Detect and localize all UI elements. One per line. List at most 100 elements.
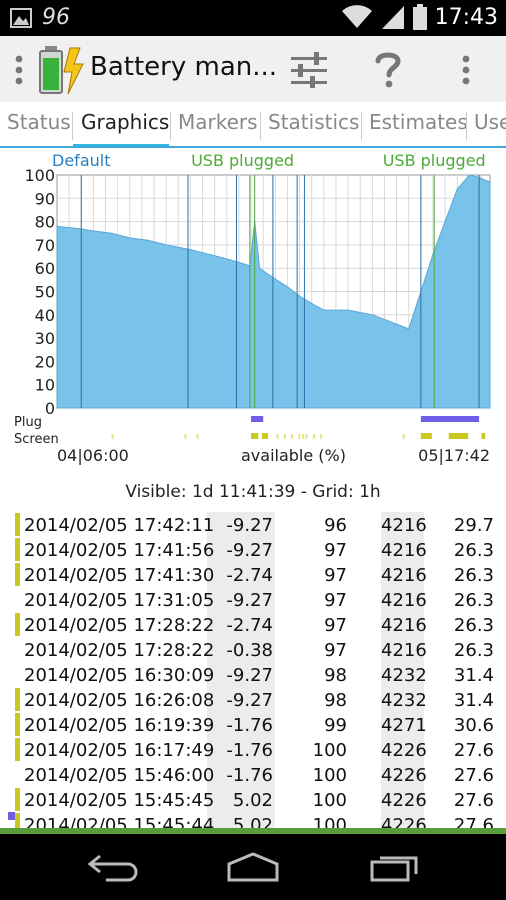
- row-rate: -1.76: [226, 740, 273, 761]
- screen-tick: [283, 434, 286, 439]
- row-rate: -9.27: [226, 590, 273, 611]
- screen-on-indicator: [15, 538, 20, 561]
- screen-row-label: Screen: [14, 432, 59, 447]
- screen-tick: [196, 434, 199, 439]
- row-voltage: 4226: [381, 790, 427, 811]
- action-bar: Battery man...: [0, 36, 506, 102]
- table-row[interactable]: 2014/02/05 16:17:49 -1.76 100 4226 27.6: [0, 737, 506, 762]
- table-row[interactable]: 2014/02/05 17:31:05 -9.27 97 4216 26.3: [0, 587, 506, 612]
- y-tick-label: 60: [35, 259, 55, 278]
- row-temperature: 31.4: [453, 665, 494, 686]
- row-voltage: 4216: [381, 640, 427, 661]
- tab-markers[interactable]: Markers: [178, 110, 258, 134]
- table-row[interactable]: 2014/02/05 16:19:39 -1.76 99 4271 30.6: [0, 712, 506, 737]
- table-row[interactable]: 2014/02/05 15:45:44 5.02 100 4226 27.6: [0, 812, 506, 828]
- table-row[interactable]: 2014/02/05 17:41:56 -9.27 97 4216 26.3: [0, 537, 506, 562]
- chart-marker-label: USB plugged: [191, 151, 294, 170]
- row-temperature: 27.6: [453, 765, 494, 786]
- table-row[interactable]: 2014/02/05 15:46:00 -1.76 100 4226 27.6: [0, 762, 506, 787]
- navigation-bar: [0, 834, 506, 900]
- row-voltage: 4232: [381, 665, 427, 686]
- row-datetime: 2014/02/05 15:45:45: [24, 790, 215, 811]
- y-tick-label: 40: [35, 306, 55, 325]
- row-voltage: 4216: [381, 565, 427, 586]
- row-temperature: 27.6: [453, 815, 494, 828]
- row-level: 100: [312, 815, 347, 828]
- screen-on-indicator: [15, 713, 20, 736]
- row-voltage: 4216: [381, 515, 427, 536]
- overflow-menu-icon[interactable]: [461, 54, 471, 86]
- row-rate: -1.76: [226, 765, 273, 786]
- row-datetime: 2014/02/05 17:28:22: [24, 640, 215, 661]
- row-rate: -1.76: [226, 715, 273, 736]
- row-rate: 5.02: [232, 815, 273, 828]
- history-table[interactable]: 2014/02/05 17:42:11 -9.27 96 4216 29.7 2014/0…: [0, 512, 506, 828]
- row-level: 98: [324, 690, 347, 711]
- row-rate: -9.27: [226, 540, 273, 561]
- recents-icon[interactable]: [368, 852, 422, 882]
- row-voltage: 4232: [381, 690, 427, 711]
- row-rate: -2.74: [226, 565, 273, 586]
- battery-chart[interactable]: Default USB plugged USB plugged10090807060…: [0, 148, 506, 473]
- row-datetime: 2014/02/05 16:19:39: [24, 715, 215, 736]
- table-row[interactable]: 2014/02/05 17:28:22 -2.74 97 4216 26.3: [0, 612, 506, 637]
- row-temperature: 26.3: [453, 615, 494, 636]
- screen-tick: [312, 434, 315, 439]
- screen-tick: [402, 434, 405, 439]
- tab-statistics[interactable]: Statistics: [268, 110, 359, 134]
- overflow-menu-icon[interactable]: [14, 54, 24, 86]
- row-temperature: 30.6: [453, 715, 494, 736]
- screen-on-indicator: [15, 613, 20, 636]
- x-axis-label: available (%): [241, 446, 346, 465]
- row-level: 97: [324, 540, 347, 561]
- y-tick-label: 0: [45, 399, 55, 418]
- x-start-label: 04|06:00: [57, 446, 129, 465]
- tab-graphics[interactable]: Graphics: [81, 110, 169, 134]
- row-voltage: 4216: [381, 590, 427, 611]
- y-tick-label: 80: [35, 213, 55, 232]
- screen-tick: [184, 434, 187, 439]
- tab-estimates[interactable]: Estimates: [369, 110, 468, 134]
- row-temperature: 31.4: [453, 690, 494, 711]
- home-icon[interactable]: [226, 852, 280, 882]
- row-level: 97: [324, 615, 347, 636]
- row-temperature: 27.6: [453, 740, 494, 761]
- sliders-icon[interactable]: [290, 52, 328, 88]
- table-row[interactable]: 2014/02/05 17:42:11 -9.27 96 4216 29.7: [0, 512, 506, 537]
- table-row[interactable]: 2014/02/05 15:45:45 5.02 100 4226 27.6: [0, 787, 506, 812]
- screen-tick: [111, 434, 114, 439]
- row-level: 98: [324, 665, 347, 686]
- wifi-icon: [341, 5, 372, 28]
- table-row[interactable]: 2014/02/05 16:26:08 -9.27 98 4232 31.4: [0, 687, 506, 712]
- row-voltage: 4226: [381, 815, 427, 828]
- row-rate: -9.27: [226, 515, 273, 536]
- table-row[interactable]: 2014/02/05 16:30:09 -9.27 98 4232 31.4: [0, 662, 506, 687]
- plug-segment: [251, 416, 264, 422]
- screen-segment: [420, 433, 432, 439]
- row-voltage: 4216: [381, 540, 427, 561]
- screen-on-indicator: [15, 563, 20, 586]
- tab-status[interactable]: Status: [7, 110, 71, 134]
- y-tick-label: 100: [24, 166, 55, 185]
- row-rate: -9.27: [226, 665, 273, 686]
- row-temperature: 26.3: [453, 540, 494, 561]
- row-level: 97: [324, 590, 347, 611]
- row-level: 100: [312, 765, 347, 786]
- status-bar-left: 96: [10, 5, 70, 30]
- tab-use[interactable]: Use: [474, 110, 506, 134]
- table-row[interactable]: 2014/02/05 17:41:30 -2.74 97 4216 26.3: [0, 562, 506, 587]
- tab-bar: Status Graphics Markers Statistics Estim…: [0, 102, 506, 148]
- battery-icon: [412, 4, 427, 30]
- status-bar-right: 17:43: [341, 4, 498, 30]
- table-row[interactable]: 2014/02/05 17:28:22 -0.38 97 4216 26.3: [0, 637, 506, 662]
- help-icon[interactable]: [374, 50, 402, 88]
- screen-segment: [481, 433, 486, 439]
- status-bar: 96 17:43: [0, 0, 506, 36]
- visible-range-label: Visible: 1d 11:41:39 - Grid: 1h: [125, 482, 381, 502]
- y-tick-label: 10: [35, 376, 55, 395]
- row-datetime: 2014/02/05 16:30:09: [24, 665, 215, 686]
- image-icon: [10, 7, 32, 28]
- row-datetime: 2014/02/05 17:28:22: [24, 615, 215, 636]
- screen: { "status_bar": { "notification_count": …: [0, 0, 506, 900]
- back-icon[interactable]: [86, 852, 140, 882]
